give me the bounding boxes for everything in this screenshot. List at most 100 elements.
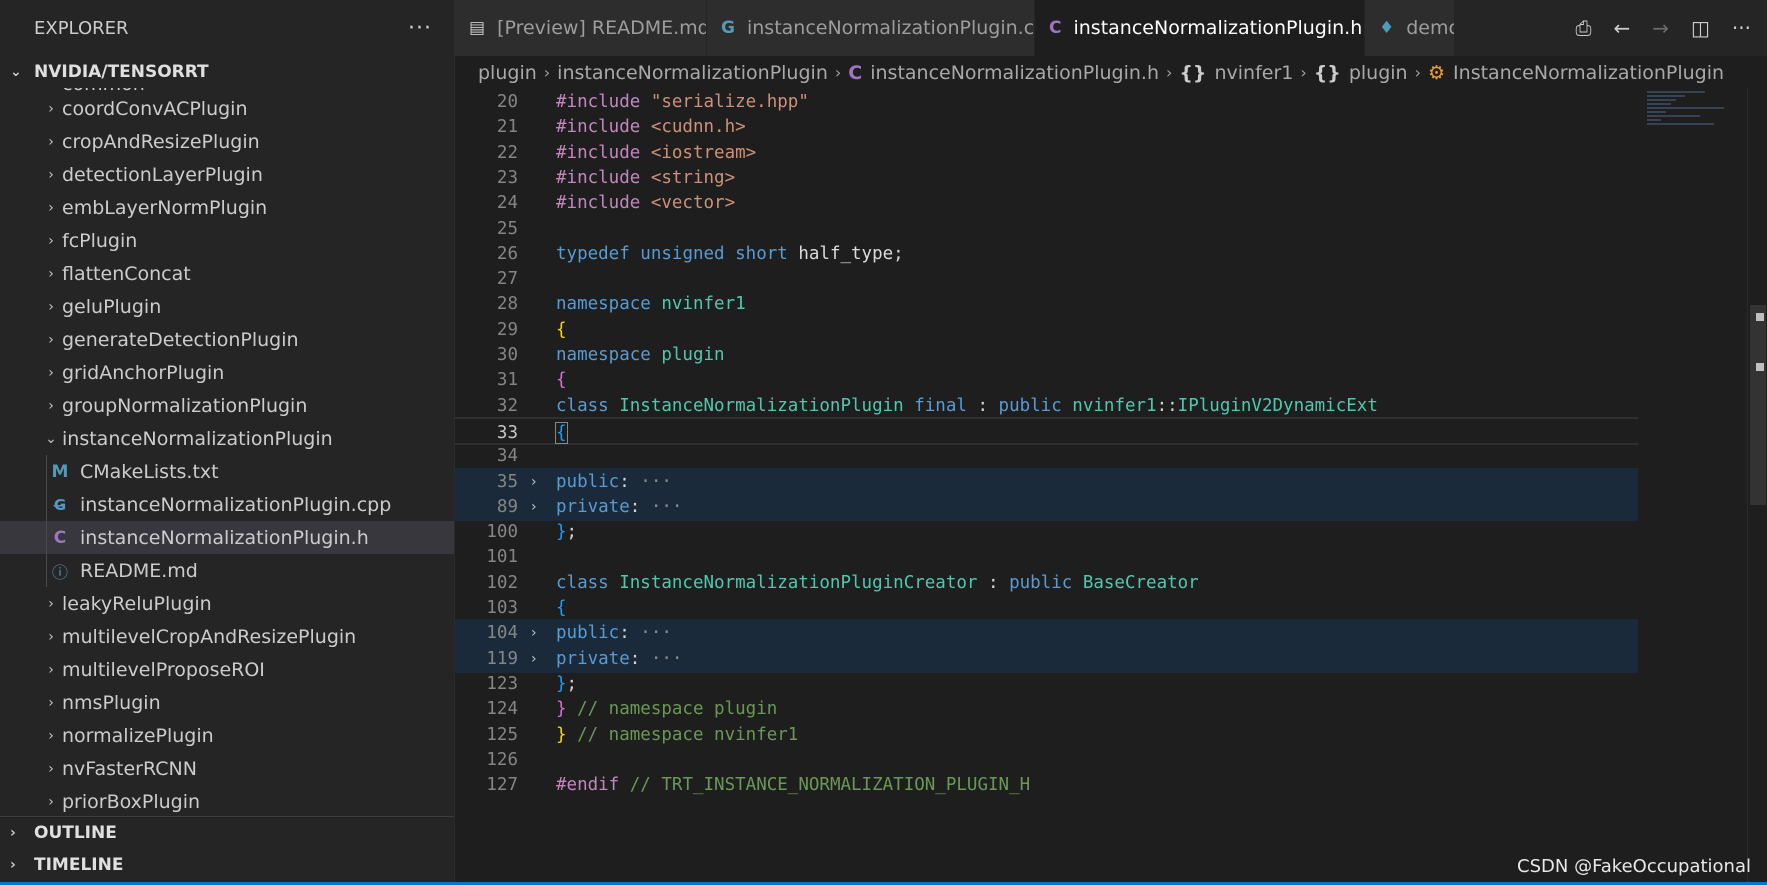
code-token: public [556, 623, 620, 644]
code-content: class InstanceNormalizationPlugin final … [556, 392, 1378, 420]
code-content: #include <iostream> [556, 139, 756, 167]
code-line[interactable]: 89 › private: ··· [455, 492, 1638, 521]
vertical-scrollbar[interactable] [1747, 89, 1767, 885]
tree-folder[interactable]: › priorBoxPlugin [0, 785, 454, 816]
line-number: 34 [496, 446, 518, 467]
code-line[interactable]: 26 typedef unsigned short half_type; [455, 240, 1638, 268]
header-file-icon: C [53, 527, 67, 548]
chevron-right-icon: › [48, 661, 54, 678]
open-preview-icon[interactable]: ⎙ [1575, 16, 1591, 40]
tree-folder[interactable]: › geluPlugin [0, 290, 454, 323]
code-line[interactable]: 103 { [455, 594, 1638, 622]
tree-file[interactable]: ⓘ README.md [0, 554, 454, 587]
tree-folder[interactable]: ⌄ instanceNormalizationPlugin [0, 422, 454, 455]
tree-folder[interactable]: › detectionLayerPlugin [0, 158, 454, 191]
fold-chevron-icon[interactable]: › [531, 468, 545, 496]
code-token: InstanceNormalizationPlugin [619, 395, 915, 416]
line-number: 25 [496, 218, 518, 239]
chevron-right-icon: › [48, 727, 54, 744]
code-line[interactable]: 100}; [455, 518, 1638, 546]
code-line[interactable]: 25 [455, 215, 1638, 243]
breadcrumb-item[interactable]: CinstanceNormalizationPlugin.h [848, 62, 1159, 84]
tree-file[interactable]: G̶ instanceNormalizationPlugin.cpp [0, 488, 454, 521]
code-line[interactable]: 23 #include <string> [455, 164, 1638, 192]
outline-section[interactable]: › OUTLINE [0, 816, 454, 848]
tab-2[interactable]: CinstanceNormalizationPlugin.h✕ [1035, 0, 1365, 56]
fold-chevron-icon[interactable]: › [531, 493, 545, 521]
tree-item-label: detectionLayerPlugin [62, 163, 263, 186]
tree-folder[interactable]: › normalizePlugin [0, 719, 454, 752]
code-content: #include <string> [556, 164, 735, 192]
breadcrumb-item[interactable]: {} plugin [1314, 62, 1408, 84]
tree-file[interactable]: M CMakeLists.txt [0, 455, 454, 488]
code-line[interactable]: 28 namespace nvinfer1 [455, 290, 1638, 318]
tree-folder[interactable]: › embLayerNormPlugin [0, 191, 454, 224]
tree-folder[interactable]: › nvFasterRCNN [0, 752, 454, 785]
code-line[interactable]: 33{ [455, 416, 1638, 445]
tree-folder[interactable]: › leakyReluPlugin [0, 587, 454, 620]
tree-item-label: groupNormalizationPlugin [62, 394, 308, 417]
tab-0[interactable]: ▤ [Preview] README.md [455, 0, 707, 56]
code-token: plugin [661, 345, 725, 365]
go-forward-icon[interactable]: → [1652, 16, 1669, 40]
code-line[interactable]: 102 class InstanceNormalizationPluginCrea… [455, 569, 1638, 597]
tree-folder[interactable]: › fcPlugin [0, 224, 454, 257]
code-line[interactable]: 101 [455, 543, 1638, 571]
code-line[interactable]: 22 #include <iostream> [455, 139, 1638, 167]
code-line[interactable]: 35 › public: ··· [455, 467, 1638, 496]
explorer-root-section[interactable]: ⌄ NVIDIA/TENSORRT [0, 56, 454, 88]
code-line[interactable]: 125} // namespace nvinfer1 [455, 721, 1638, 749]
line-number: 102 [486, 572, 518, 593]
tree-folder[interactable]: › nmsPlugin [0, 686, 454, 719]
tree-folder[interactable]: › groupNormalizationPlugin [0, 389, 454, 422]
more-actions-icon[interactable]: ··· [1732, 16, 1751, 40]
breadcrumb-item[interactable]: plugin [478, 62, 537, 84]
tree-folder[interactable]: › coordConvACPlugin [0, 92, 454, 125]
code-token: "serialize.hpp" [650, 92, 809, 112]
code-line[interactable]: 127 #endif // TRT_INSTANCE_NORMALIZATION_… [455, 771, 1638, 799]
chevron-right-icon: › [834, 63, 842, 82]
tree-folder[interactable]: › gridAnchorPlugin [0, 356, 454, 389]
tree-folder[interactable]: › flattenConcat [0, 257, 454, 290]
more-actions-icon[interactable]: ··· [408, 16, 432, 41]
tab-3[interactable]: ♦ demc [1365, 0, 1455, 56]
code-line[interactable]: 29 { [455, 316, 1638, 344]
split-editor-icon[interactable]: ◫ [1691, 16, 1710, 40]
tree-folder[interactable]: › multilevelCropAndResizePlugin [0, 620, 454, 653]
scrollbar-thumb[interactable] [1750, 305, 1766, 505]
tree-folder[interactable]: › cropAndResizePlugin [0, 125, 454, 158]
code-line[interactable]: 27 [455, 265, 1638, 293]
code-line[interactable]: 31 { [455, 366, 1638, 394]
code-token: : [619, 471, 630, 492]
fold-chevron-icon[interactable]: › [531, 619, 545, 647]
minimap[interactable] [1647, 89, 1743, 149]
chevron-right-icon: › [48, 331, 54, 348]
fold-chevron-icon[interactable]: › [531, 645, 545, 673]
code-line[interactable]: 119 › private: ··· [455, 644, 1638, 673]
line-number: 26 [496, 243, 518, 264]
code-line[interactable]: 123}; [455, 670, 1638, 698]
breadcrumb-item[interactable]: instanceNormalizationPlugin [557, 62, 828, 84]
code-line[interactable]: 21 #include <cudnn.h> [455, 113, 1638, 141]
code-line[interactable]: 24 #include <vector> [455, 189, 1638, 217]
code-line[interactable]: 104 › public: ··· [455, 619, 1638, 648]
code-editor[interactable]: 20 #include "serialize.hpp" 21 #include <cu… [455, 89, 1767, 885]
tree-folder[interactable]: › generateDetectionPlugin [0, 323, 454, 356]
chevron-right-icon: › [48, 265, 54, 282]
code-line[interactable]: 30 namespace plugin [455, 341, 1638, 369]
go-back-icon[interactable]: ← [1613, 16, 1630, 40]
code-line[interactable]: 34 [455, 442, 1638, 470]
code-content: public: ··· [556, 619, 672, 647]
breadcrumb-item[interactable]: ⚙ InstanceNormalizationPlugin [1428, 62, 1724, 84]
code-line[interactable]: 32 class InstanceNormalizationPlugin fina… [455, 392, 1638, 420]
timeline-section[interactable]: › TIMELINE [0, 849, 454, 881]
code-token: ··· [629, 623, 672, 644]
code-line[interactable]: 20 #include "serialize.hpp" [455, 89, 1638, 116]
tab-1[interactable]: GinstanceNormalizationPlugin.cpp [707, 0, 1035, 56]
code-line[interactable]: 124} // namespace plugin [455, 695, 1638, 723]
tree-item-label: nvFasterRCNN [62, 757, 197, 780]
tree-file[interactable]: CinstanceNormalizationPlugin.h [0, 521, 454, 554]
code-line[interactable]: 126 [455, 746, 1638, 774]
breadcrumb-item[interactable]: {} nvinfer1 [1179, 62, 1293, 84]
tree-folder[interactable]: › multilevelProposeROI [0, 653, 454, 686]
